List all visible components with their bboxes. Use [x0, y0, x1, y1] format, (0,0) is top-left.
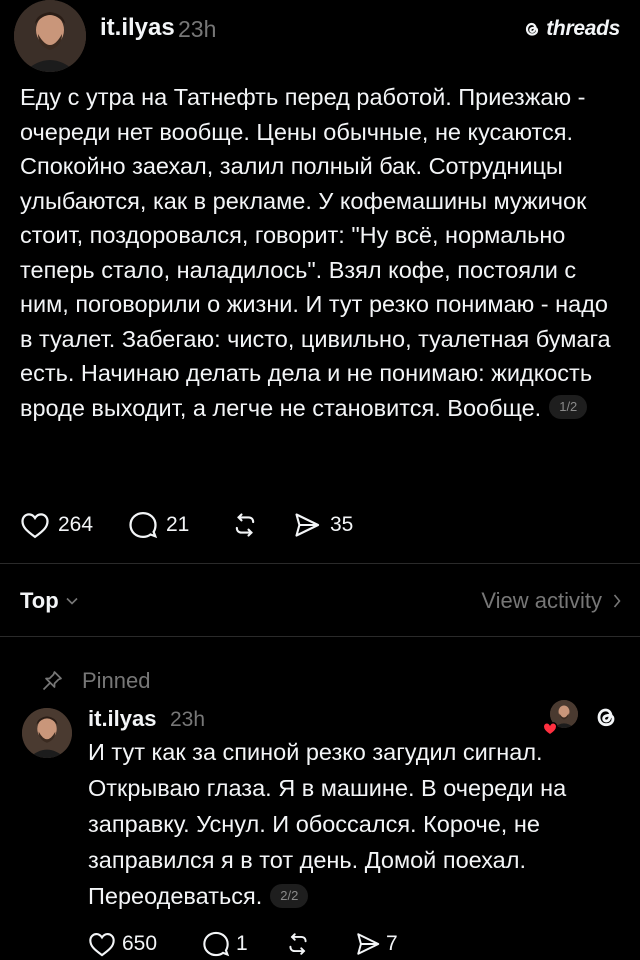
share-button[interactable]: 35	[292, 511, 353, 539]
reply-button[interactable]: 21	[128, 510, 230, 540]
repost-icon	[289, 933, 307, 955]
share-count: 7	[386, 932, 398, 955]
like-button[interactable]: 650	[88, 931, 202, 957]
reply-text: И тут как за спиной резко загудил сигнал…	[88, 739, 567, 909]
view-activity-label: View activity	[481, 588, 602, 613]
comment-icon	[129, 511, 158, 539]
reply-timestamp: 23h	[170, 708, 206, 731]
threads-wordmark: threads	[546, 17, 620, 40]
threads-logo-icon[interactable]	[592, 703, 620, 731]
sort-label: Top	[20, 588, 59, 613]
author-username[interactable]: it.ilyas	[100, 14, 175, 42]
repost-icon	[235, 513, 255, 537]
divider	[0, 563, 640, 564]
send-icon	[357, 933, 380, 955]
post-timestamp: 23h	[178, 16, 217, 42]
reply-count: 21	[166, 513, 190, 536]
like-button[interactable]: 264	[20, 511, 128, 539]
thread-page-badge: 2/2	[270, 883, 309, 908]
share-count: 35	[330, 513, 354, 536]
sort-dropdown[interactable]: Top	[20, 588, 79, 614]
send-icon	[295, 513, 320, 537]
reply-count: 1	[236, 932, 248, 955]
like-count: 264	[58, 513, 94, 536]
liked-by-author-badge	[542, 700, 578, 736]
divider	[0, 636, 640, 637]
repost-button[interactable]	[230, 511, 292, 539]
chevron-right-icon	[613, 594, 621, 608]
post-actions: 264 21 35	[20, 510, 353, 540]
threads-logo-icon	[526, 22, 539, 36]
post-text: Еду с утра на Татнефть перед работой. Пр…	[20, 84, 611, 421]
reply-actions: 650 1 7	[88, 930, 398, 958]
post-body: Еду с утра на Татнефть перед работой. Пр…	[20, 80, 620, 425]
threads-brand: threads	[522, 17, 620, 41]
thread-page-badge: 1/2	[549, 395, 588, 420]
author-avatar[interactable]	[14, 0, 86, 72]
view-activity-link[interactable]: View activity	[481, 588, 622, 614]
chevron-down-icon	[66, 597, 78, 605]
pinned-label: Pinned	[82, 668, 151, 693]
pin-icon	[42, 671, 62, 691]
pinned-indicator: Pinned	[40, 668, 151, 694]
comment-icon	[203, 931, 230, 957]
reply-author-avatar[interactable]	[22, 708, 72, 758]
heart-icon	[21, 513, 49, 539]
like-count: 650	[122, 932, 158, 955]
reply-meta-icons	[542, 700, 620, 736]
reply-username[interactable]: it.ilyas	[88, 706, 156, 732]
share-button[interactable]: 7	[354, 931, 398, 957]
heart-icon	[89, 933, 115, 957]
reply-body: И тут как за спиной резко загудил сигнал…	[88, 734, 618, 914]
reply-button[interactable]: 1	[202, 930, 284, 958]
repost-button[interactable]	[284, 931, 354, 957]
